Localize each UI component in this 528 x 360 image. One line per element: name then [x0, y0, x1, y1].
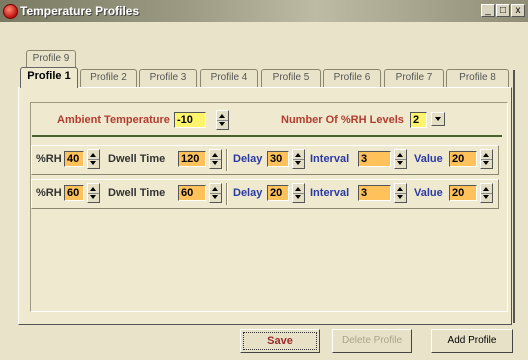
ambient-temperature-input[interactable]: -10 [174, 112, 206, 128]
interval-spinner[interactable] [394, 183, 407, 203]
panel-shadow [513, 70, 515, 323]
rh-input[interactable]: 40 [64, 151, 84, 167]
tab-profile-1[interactable]: Profile 1 [20, 67, 78, 88]
value-label: Value [414, 187, 443, 199]
profile-panel: Ambient Temperature -10 Number Of %RH Le… [18, 87, 512, 325]
dwell-time-spinner[interactable] [209, 183, 222, 203]
delay-label: Delay [233, 153, 263, 165]
tab-profile-8[interactable]: Profile 8 [446, 69, 509, 87]
value-label: Value [414, 153, 443, 165]
delay-label: Delay [233, 187, 263, 199]
add-profile-button[interactable]: Add Profile [431, 329, 513, 353]
rh-spinner[interactable] [87, 183, 100, 203]
rh-levels-select[interactable]: 2 [410, 112, 427, 128]
interval-input[interactable]: 3 [358, 151, 391, 167]
rh-label: %RH [36, 187, 62, 199]
interval-label: Interval [310, 187, 350, 199]
value-input[interactable]: 20 [449, 151, 477, 167]
rh-label: %RH [36, 153, 62, 165]
rh-input[interactable]: 60 [64, 185, 84, 201]
dwell-time-label: Dwell Time [108, 187, 166, 199]
close-button[interactable]: x [511, 4, 525, 17]
row-divider [226, 149, 228, 171]
delete-profile-button[interactable]: Delete Profile [332, 329, 412, 353]
tab-profile-6[interactable]: Profile 6 [323, 69, 381, 87]
delay-spinner[interactable] [292, 149, 305, 169]
window-title: Temperature Profiles [20, 4, 140, 18]
save-button[interactable]: Save [240, 329, 320, 353]
minimize-button[interactable]: _ [481, 4, 495, 17]
rh-levels-label: Number Of %RH Levels [281, 114, 404, 126]
tab-profile-2[interactable]: Profile 2 [80, 69, 137, 87]
chevron-down-icon[interactable] [431, 112, 445, 126]
value-input[interactable]: 20 [449, 185, 477, 201]
value-spinner[interactable] [480, 183, 493, 203]
rh-level-row: %RH 60 Dwell Time 60 Delay 20 Interval 3… [31, 179, 499, 209]
dwell-time-spinner[interactable] [209, 149, 222, 169]
tab-profile-3[interactable]: Profile 3 [139, 69, 197, 87]
tab-profile-5[interactable]: Profile 5 [261, 69, 321, 87]
section-separator [32, 135, 502, 137]
row-divider [226, 183, 228, 205]
maximize-button[interactable]: □ [496, 4, 510, 17]
tab-profile-7[interactable]: Profile 7 [384, 69, 444, 87]
dwell-time-label: Dwell Time [108, 153, 166, 165]
delay-input[interactable]: 30 [267, 151, 289, 167]
delay-input[interactable]: 20 [267, 185, 289, 201]
dwell-time-input[interactable]: 60 [178, 185, 206, 201]
title-bar: Temperature Profiles _ □ x [0, 0, 528, 22]
ambient-temperature-label: Ambient Temperature [57, 114, 170, 126]
app-icon [3, 4, 18, 19]
interval-input[interactable]: 3 [358, 185, 391, 201]
delay-spinner[interactable] [292, 183, 305, 203]
rh-level-row: %RH 40 Dwell Time 120 Delay 30 Interval … [31, 145, 499, 175]
interval-label: Interval [310, 153, 350, 165]
tab-profile-9[interactable]: Profile 9 [26, 50, 76, 68]
ambient-temperature-spinner[interactable] [216, 110, 229, 130]
interval-spinner[interactable] [394, 149, 407, 169]
dwell-time-input[interactable]: 120 [178, 151, 206, 167]
rh-spinner[interactable] [87, 149, 100, 169]
tab-profile-4[interactable]: Profile 4 [200, 69, 258, 87]
value-spinner[interactable] [480, 149, 493, 169]
